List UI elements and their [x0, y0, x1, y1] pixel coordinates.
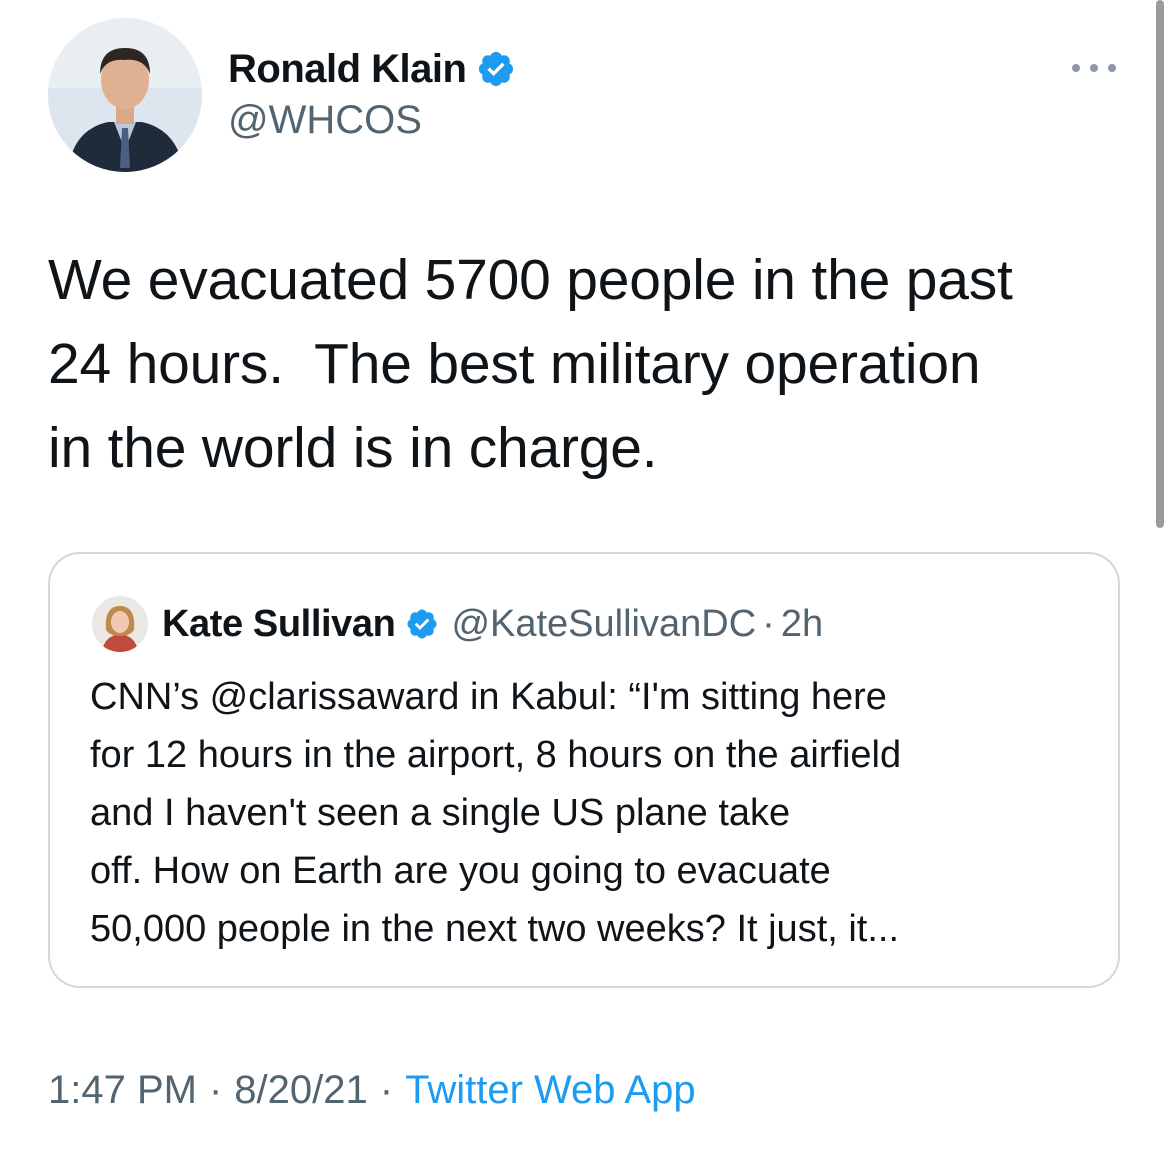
quoted-timestamp: 2h	[780, 602, 824, 645]
meta-separator: ·	[379, 1067, 394, 1112]
author-avatar[interactable]	[48, 18, 202, 172]
meta-separator: ·	[208, 1067, 223, 1112]
quoted-author-avatar[interactable]	[92, 596, 148, 652]
verified-badge-icon	[476, 49, 516, 89]
quoted-tweet-text: CNN’s @clarissaward in Kabul: “I'm sitti…	[90, 676, 902, 950]
quoted-tweet-header: Kate Sullivan @KateSullivanDC · 2h	[92, 592, 823, 656]
tweet-date[interactable]: 8/20/21	[234, 1068, 367, 1113]
verified-badge-icon	[405, 607, 439, 641]
author-handle[interactable]: @WHCOS	[228, 98, 422, 143]
ellipsis-icon	[1072, 64, 1116, 72]
tweet-time[interactable]: 1:47 PM	[48, 1068, 197, 1113]
quoted-separator: ·	[762, 602, 775, 645]
quoted-author-name: Kate Sullivan	[162, 602, 396, 645]
quoted-tweet-card[interactable]: Kate Sullivan @KateSullivanDC · 2h CNN’s…	[48, 552, 1120, 988]
tweet-text: We evacuated 5700 people in the past 24 …	[48, 248, 1013, 480]
more-options-button[interactable]	[1068, 50, 1120, 86]
scrollbar-thumb[interactable]	[1156, 0, 1164, 528]
tweet-metadata: 1:47 PM · 8/20/21 · Twitter Web App	[48, 1062, 696, 1118]
tweet-source-link[interactable]: Twitter Web App	[405, 1068, 696, 1113]
tweet-detail-view: Ronald Klain @WHCOS We evacuated 5700 pe…	[0, 0, 1170, 1152]
author-name-row: Ronald Klain	[228, 42, 516, 96]
quoted-author-handle: @KateSullivanDC	[451, 602, 757, 645]
author-name[interactable]: Ronald Klain	[228, 47, 467, 92]
